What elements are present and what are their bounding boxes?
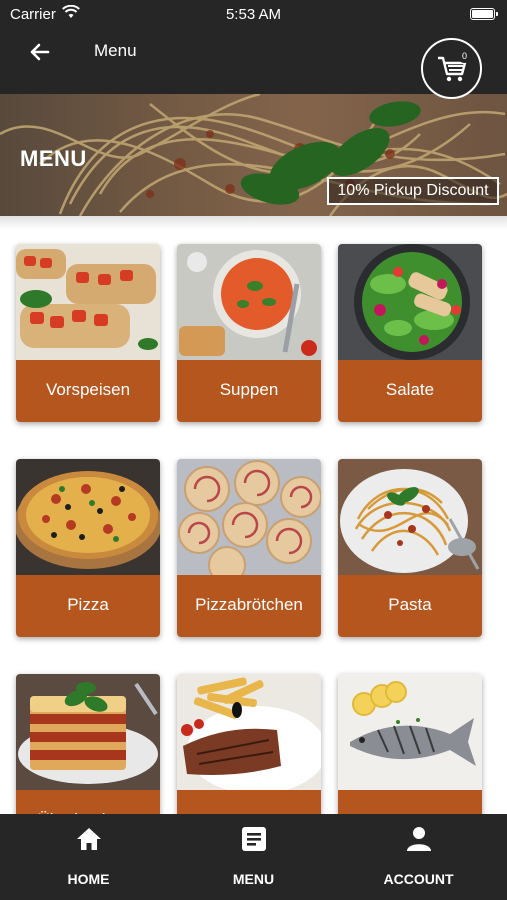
tomato-soup-image: [177, 244, 321, 360]
status-bar: Carrier 5:53 AM: [0, 0, 507, 28]
pizza-rolls-image: [177, 459, 321, 575]
category-card-meat[interactable]: [177, 674, 321, 814]
menu-list-icon: [242, 827, 266, 851]
battery-icon: [470, 8, 498, 20]
back-arrow-icon[interactable]: [26, 38, 54, 66]
category-label: [177, 790, 321, 814]
category-card-ueberbackene[interactable]: Überbackene: [16, 674, 160, 814]
category-card-fish[interactable]: [338, 674, 482, 814]
home-icon: [77, 828, 101, 850]
category-label: Suppen: [177, 360, 321, 422]
tab-label: MENU: [232, 871, 275, 887]
category-card-suppen[interactable]: Suppen: [177, 244, 321, 422]
lasagna-image: [16, 674, 160, 790]
hero-banner: MENU 10% Pickup Discount: [0, 94, 507, 216]
bottom-tab-bar: HOME MENU ACCOUNT: [0, 814, 507, 900]
category-card-pasta[interactable]: Pasta: [338, 459, 482, 637]
pickup-discount-badge: 10% Pickup Discount: [327, 177, 499, 205]
category-card-pizza[interactable]: Pizza: [16, 459, 160, 637]
bruschetta-image: [16, 244, 160, 360]
nav-bar: Menu 0: [0, 28, 507, 99]
category-label: Pizzabrötchen: [177, 575, 321, 637]
salad-image: [338, 244, 482, 360]
tab-label: HOME: [67, 871, 110, 887]
grilled-fish-image: [338, 674, 482, 790]
tab-label: ACCOUNT: [383, 871, 454, 887]
tab-menu[interactable]: MENU: [169, 814, 338, 900]
hero-heading: MENU: [20, 146, 87, 171]
clock: 5:53 AM: [225, 6, 282, 23]
category-label: Pizza: [16, 575, 160, 637]
category-label: Vorspeisen: [16, 360, 160, 422]
account-icon: [407, 827, 431, 851]
category-grid: Vorspeisen Suppen Salate Pizza Pizzabröt…: [0, 230, 507, 814]
cart-button[interactable]: 0: [421, 38, 482, 99]
spaghetti-image: [338, 459, 482, 575]
tab-account[interactable]: ACCOUNT: [334, 814, 503, 900]
category-label: Überbackene: [16, 790, 160, 814]
page-title: Menu: [94, 41, 137, 60]
category-label: Pasta: [338, 575, 482, 637]
category-card-vorspeisen[interactable]: Vorspeisen: [16, 244, 160, 422]
category-label: [338, 790, 482, 814]
steak-fries-image: [177, 674, 321, 790]
cart-count-badge: 0: [458, 50, 471, 63]
category-card-pizzabroetchen[interactable]: Pizzabrötchen: [177, 459, 321, 637]
pizza-image: [16, 459, 160, 575]
tab-home[interactable]: HOME: [4, 814, 173, 900]
category-card-salate[interactable]: Salate: [338, 244, 482, 422]
category-label: Salate: [338, 360, 482, 422]
